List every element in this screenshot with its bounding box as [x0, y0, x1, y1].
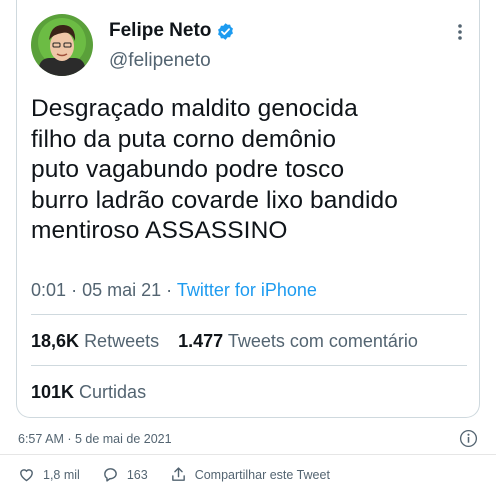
- display-name[interactable]: Felipe Neto: [109, 20, 211, 42]
- divider: [31, 314, 467, 315]
- quotes-count: 1.477: [178, 331, 224, 351]
- likes-label: Curtidas: [79, 382, 147, 402]
- tweet-text-line: burro ladrão covarde lixo bandido: [31, 186, 398, 214]
- retweets-label: Retweets: [84, 331, 160, 351]
- tweet-time[interactable]: 0:01: [31, 280, 66, 300]
- tweet-card: Felipe Neto @felipeneto Desgraçado maldi…: [16, 0, 480, 418]
- tweet-text-line: mentiroso ASSASSINO: [31, 217, 288, 244]
- share-button[interactable]: Compartilhar este Tweet: [170, 466, 330, 483]
- verified-badge-icon: [216, 22, 235, 41]
- embed-footer: 6:57 AM · 5 de mai de 2021 1,8 mil 163 C…: [0, 426, 496, 500]
- reply-button[interactable]: 163: [102, 466, 148, 483]
- retweets-link[interactable]: 18,6K Retweets: [31, 331, 159, 351]
- tweet-source[interactable]: Twitter for iPhone: [177, 280, 317, 300]
- more-icon[interactable]: [455, 22, 465, 42]
- quotes-label: Tweets com comentário: [227, 331, 418, 351]
- tweet-meta: 0:01 · 05 mai 21 · Twitter for iPhone: [31, 280, 317, 301]
- likes-count: 101K: [31, 382, 75, 402]
- reply-icon: [103, 468, 117, 482]
- divider: [31, 365, 467, 366]
- embed-actions: 1,8 mil 163 Compartilhar este Tweet: [18, 466, 352, 483]
- share-icon: [171, 467, 185, 481]
- avatar[interactable]: [31, 14, 93, 76]
- tweet-text-line: puto vagabundo podre tosco: [31, 156, 345, 183]
- footer-divider: [0, 454, 496, 455]
- like-button[interactable]: 1,8 mil: [18, 466, 80, 483]
- meta-separator: ·: [71, 280, 78, 300]
- heart-icon: [20, 469, 33, 482]
- likes-link[interactable]: 101K Curtidas: [31, 382, 146, 403]
- tweet-date[interactable]: 05 mai 21: [82, 280, 161, 300]
- tweet-text: Desgraçado maldito genocida filho da put…: [31, 94, 467, 247]
- author-row[interactable]: Felipe Neto: [109, 20, 235, 42]
- info-icon[interactable]: [459, 429, 478, 448]
- engagement-stats: 18,6K Retweets 1.477 Tweets com comentár…: [31, 331, 418, 352]
- like-count: 1,8 mil: [43, 467, 80, 482]
- share-label: Compartilhar este Tweet: [194, 467, 330, 482]
- tweet-text-line: filho da puta corno demônio: [31, 125, 337, 153]
- tweet-text-line: Desgraçado maldito genocida: [31, 95, 358, 122]
- embed-timestamp[interactable]: 6:57 AM · 5 de mai de 2021: [18, 432, 172, 446]
- meta-separator: ·: [166, 280, 173, 300]
- quote-tweets-link[interactable]: 1.477 Tweets com comentário: [178, 331, 418, 351]
- handle[interactable]: @felipeneto: [109, 50, 211, 72]
- retweets-count: 18,6K: [31, 331, 80, 351]
- reply-count: 163: [126, 467, 148, 482]
